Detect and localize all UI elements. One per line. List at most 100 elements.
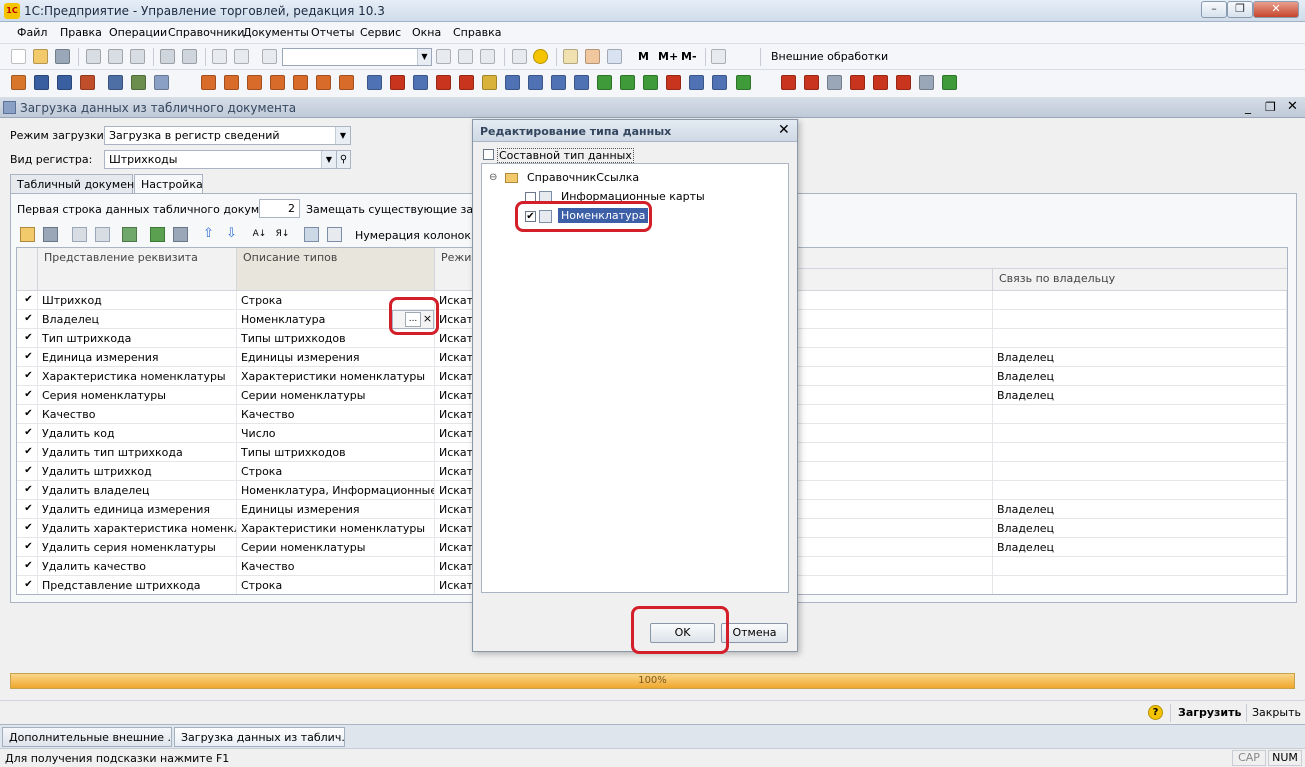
sort-asc-icon[interactable]: A↓ <box>252 227 267 242</box>
menu-help[interactable]: Справка <box>453 26 501 39</box>
save-settings-icon[interactable] <box>43 227 58 242</box>
find-next-icon[interactable] <box>436 49 451 64</box>
paste-icon[interactable] <box>130 49 145 64</box>
info-icon[interactable] <box>512 49 527 64</box>
cell-repr[interactable]: Удалить характеристика номенкла... <box>38 519 237 538</box>
calendar-icon[interactable] <box>585 49 600 64</box>
cell-owner[interactable] <box>993 405 1287 424</box>
cell-owner[interactable] <box>993 291 1287 310</box>
cell-types[interactable]: Серии номенклатуры <box>237 538 435 557</box>
cell-owner[interactable] <box>993 557 1287 576</box>
doc-move-icon[interactable] <box>413 75 428 90</box>
orders-icon[interactable] <box>316 75 331 90</box>
doc-inventory-icon[interactable] <box>620 75 635 90</box>
row-checkbox-cell[interactable]: ✔ <box>17 367 38 386</box>
cell-repr[interactable]: Тип штрихкода <box>38 329 237 348</box>
cell-repr[interactable]: Характеристика номенклатуры <box>38 367 237 386</box>
row-checkbox-cell[interactable]: ✔ <box>17 329 38 348</box>
menu-edit[interactable]: Правка <box>60 26 102 39</box>
doc-out-icon[interactable] <box>390 75 405 90</box>
header-mode[interactable]: Режим <box>435 248 480 291</box>
save-icon[interactable] <box>55 49 70 64</box>
preview-icon[interactable] <box>182 49 197 64</box>
sort-desc-icon[interactable]: Я↓ <box>275 227 290 242</box>
doc-write-off-icon[interactable] <box>436 75 451 90</box>
purchases-icon[interactable] <box>224 75 239 90</box>
copy-icon[interactable] <box>108 49 123 64</box>
cell-repr[interactable]: Качество <box>38 405 237 424</box>
close-button[interactable]: Закрыть <box>1252 706 1301 719</box>
row-checkbox-cell[interactable]: ✔ <box>17 348 38 367</box>
cell-owner[interactable]: Владелец <box>993 367 1287 386</box>
row-checkbox[interactable]: ✔ <box>23 580 34 591</box>
doc-cash-icon[interactable] <box>482 75 497 90</box>
row-checkbox-cell[interactable]: ✔ <box>17 538 38 557</box>
cell-repr[interactable]: Удалить владелец <box>38 481 237 500</box>
memory-mplus-button[interactable]: M+ <box>658 50 678 63</box>
users-icon[interactable] <box>607 49 622 64</box>
row-checkbox-cell[interactable]: ✔ <box>17 424 38 443</box>
cell-mode[interactable]: Искат <box>435 310 475 329</box>
cancel-button[interactable]: Отмена <box>721 623 788 643</box>
move-icon[interactable] <box>72 227 87 242</box>
tab-settings[interactable]: Настройка <box>134 174 203 194</box>
cell-mode[interactable]: Искат <box>435 405 475 424</box>
cell-mode[interactable]: Искат <box>435 367 475 386</box>
menu-service[interactable]: Сервис <box>360 26 401 39</box>
cell-repr[interactable]: Представление штрихкода <box>38 576 237 594</box>
cell-mode[interactable]: Искат <box>435 500 475 519</box>
cell-mode[interactable]: Искат <box>435 519 475 538</box>
cell-types[interactable]: Строка <box>237 462 435 481</box>
cell-types[interactable]: Характеристики номенклатуры <box>237 367 435 386</box>
copy-icon[interactable] <box>327 227 342 242</box>
sales-icon[interactable] <box>247 75 262 90</box>
cell-types[interactable]: Номенклатура, Информационные к... <box>237 481 435 500</box>
doc-price-icon[interactable] <box>597 75 612 90</box>
goods-icon[interactable] <box>201 75 216 90</box>
search-icon[interactable]: ⚲ <box>336 150 351 169</box>
doc-check-icon[interactable] <box>712 75 727 90</box>
open-settings-icon[interactable] <box>20 227 35 242</box>
cell-owner[interactable] <box>993 462 1287 481</box>
cell-types[interactable]: Единицы измерения <box>237 348 435 367</box>
mode-select[interactable]: Загрузка в регистр сведений ▼ <box>104 126 351 145</box>
sum-icon[interactable] <box>827 75 842 90</box>
cell-owner[interactable]: Владелец <box>993 519 1287 538</box>
payments-icon[interactable] <box>339 75 354 90</box>
row-checkbox-cell[interactable]: ✔ <box>17 576 38 594</box>
menu-documents[interactable]: Документы <box>243 26 309 39</box>
row-checkbox[interactable]: ✔ <box>23 333 34 344</box>
returns-icon[interactable] <box>293 75 308 90</box>
cell-repr[interactable]: Удалить тип штрихкода <box>38 443 237 462</box>
row-checkbox[interactable]: ✔ <box>23 485 34 496</box>
service-icon-4[interactable] <box>873 75 888 90</box>
task-data-import[interactable]: Загрузка данных из таблич... <box>174 727 345 747</box>
row-checkbox[interactable]: ✔ <box>23 371 34 382</box>
row-checkbox-cell[interactable]: ✔ <box>17 443 38 462</box>
row-checkbox-cell[interactable]: ✔ <box>17 291 38 310</box>
doc-bank-icon[interactable] <box>505 75 520 90</box>
cell-types[interactable]: Типы штрихкодов <box>237 443 435 462</box>
print-icon[interactable] <box>160 49 175 64</box>
cell-repr[interactable]: Удалить качество <box>38 557 237 576</box>
doc-transfer-icon[interactable] <box>643 75 658 90</box>
cell-mode[interactable]: Искат <box>435 538 475 557</box>
row-checkbox[interactable]: ✔ <box>23 542 34 553</box>
header-repr[interactable]: Представление реквизита <box>38 248 237 291</box>
chart-icon[interactable] <box>154 75 169 90</box>
cell-owner[interactable] <box>993 310 1287 329</box>
doc-close-icon[interactable]: ✕ <box>1287 99 1298 114</box>
header-types[interactable]: Описание типов <box>237 248 435 291</box>
arrow-up-icon[interactable]: ⇧ <box>201 227 216 242</box>
service-icon-5[interactable] <box>896 75 911 90</box>
help-icon[interactable] <box>533 49 548 64</box>
memory-m-button[interactable]: M <box>638 50 649 63</box>
row-checkbox[interactable]: ✔ <box>23 314 34 325</box>
find-prev-icon[interactable] <box>458 49 473 64</box>
cell-mode[interactable]: Искат <box>435 329 475 348</box>
cell-mode[interactable]: Искат <box>435 557 475 576</box>
database-icon[interactable] <box>736 75 751 90</box>
row-checkbox[interactable]: ✔ <box>23 352 34 363</box>
row-checkbox[interactable]: ✔ <box>23 523 34 534</box>
cell-types[interactable]: Характеристики номенклатуры <box>237 519 435 538</box>
